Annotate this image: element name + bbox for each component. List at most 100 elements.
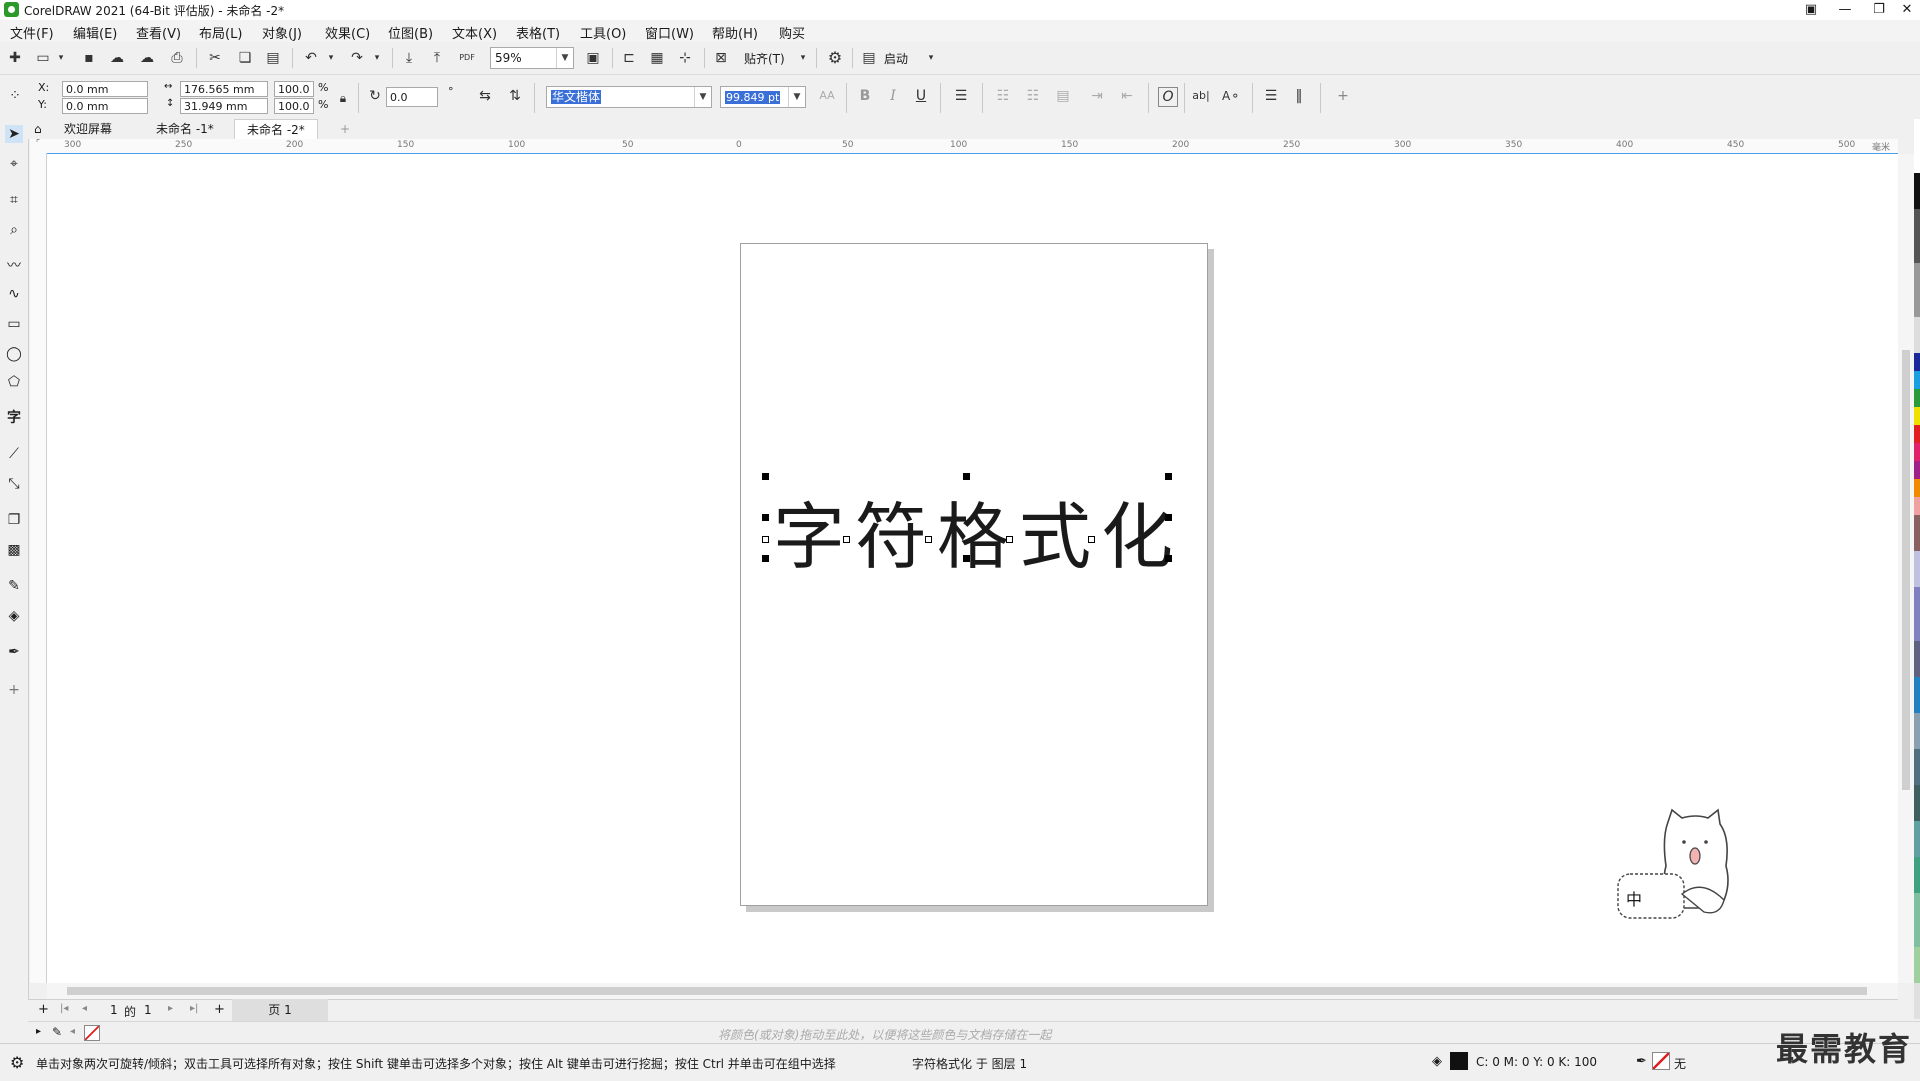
redo-dropdown-icon[interactable]: ▾ [368, 49, 386, 67]
character-node[interactable] [843, 536, 850, 543]
save-icon[interactable]: ▪ [80, 49, 98, 67]
horizontal-ruler[interactable]: 300 250 200 150 100 50 0 50 100 150 200 … [46, 139, 1898, 154]
selection-handle-bottom-left[interactable] [762, 555, 769, 562]
palette-swatches[interactable] [1914, 119, 1920, 1019]
publish-pdf-icon[interactable]: PDF [458, 49, 476, 67]
menu-window[interactable]: 窗口(W) [645, 23, 694, 42]
open-folder-icon[interactable]: ▭ [34, 49, 52, 67]
status-settings-gear-icon[interactable]: ⚙ [10, 1053, 24, 1072]
show-grid-icon[interactable]: ▦ [648, 49, 666, 67]
cloud-upload-icon[interactable]: ☁ [138, 49, 156, 67]
character-format-icon[interactable]: A⚬ [1222, 87, 1240, 105]
show-rulers-icon[interactable]: ⊏ [620, 49, 638, 67]
connector-tool-icon[interactable]: ⤡ [5, 475, 23, 493]
tab-untitled-1[interactable]: 未命名 -1* [144, 119, 226, 139]
selection-handle-bottom-center[interactable] [963, 555, 970, 562]
artistic-media-tool-icon[interactable]: ∿ [5, 285, 23, 303]
minimize-button[interactable]: — [1828, 0, 1862, 20]
width-field[interactable]: 176.565 mm [180, 81, 268, 97]
new-tab-icon[interactable]: + [328, 119, 362, 139]
parallel-dimension-tool-icon[interactable]: ⟋ [5, 445, 23, 463]
y-position-field[interactable]: 0.0 mm [62, 98, 148, 114]
menu-bitmaps[interactable]: 位图(B) [388, 23, 433, 42]
eyedropper-icon[interactable]: ✎ [52, 1025, 62, 1039]
home-icon[interactable]: ⌂ [30, 119, 46, 139]
launch-icon[interactable]: ▤ [860, 49, 878, 67]
pick-tool-icon[interactable]: ➤ [5, 125, 23, 143]
eyedropper-tool-icon[interactable]: ✎ [5, 577, 23, 595]
copy-icon[interactable]: ❏ [236, 49, 254, 67]
underline-icon[interactable]: U [912, 87, 930, 105]
bold-icon[interactable]: B [856, 87, 874, 105]
shape-tool-icon[interactable]: ⌖ [5, 155, 23, 173]
chevron-down-icon[interactable]: ▼ [694, 87, 711, 107]
add-page-after-icon[interactable]: + [214, 1002, 225, 1017]
bullet-list-icon[interactable]: ☷ [994, 87, 1012, 105]
tab-untitled-2[interactable]: 未命名 -2* [234, 119, 318, 140]
menu-layout[interactable]: 布局(L) [199, 23, 242, 42]
font-size-select[interactable]: 99.849 pt ▼ [720, 86, 806, 108]
menu-text[interactable]: 文本(X) [452, 23, 497, 42]
scale-x-field[interactable]: 100.0 [274, 81, 314, 97]
palette-expand-icon[interactable]: ▸ [36, 1026, 41, 1037]
print-icon[interactable]: ⎙ [168, 49, 186, 67]
user-icon[interactable]: ▣ [1794, 0, 1828, 20]
last-page-icon[interactable]: ▸| [190, 1003, 198, 1014]
full-screen-preview-icon[interactable]: ▣ [584, 49, 602, 67]
menu-effects[interactable]: 效果(C) [325, 23, 370, 42]
artistic-text-object[interactable]: 字符格式化 [773, 478, 1183, 583]
crop-tool-icon[interactable]: ⌗ [5, 191, 23, 209]
cloud-download-icon[interactable]: ☁ [108, 49, 126, 67]
rectangle-tool-icon[interactable]: ▭ [5, 315, 23, 333]
mirror-horizontal-icon[interactable]: ⇆ [476, 87, 494, 105]
next-page-icon[interactable]: ▸ [168, 1003, 173, 1014]
opentype-icon[interactable]: O [1158, 87, 1178, 107]
chevron-down-icon[interactable]: ▼ [556, 48, 573, 68]
add-icon[interactable]: + [1334, 87, 1352, 105]
snap-to-label[interactable]: 贴齐(T) [744, 50, 785, 67]
height-field[interactable]: 31.949 mm [180, 98, 268, 114]
mirror-vertical-icon[interactable]: ⇅ [506, 87, 524, 105]
zoom-level-select[interactable]: 59% ▼ [490, 47, 574, 69]
selection-handle-top-left[interactable] [762, 473, 769, 480]
italic-icon[interactable]: I [884, 87, 902, 105]
smart-fill-tool-icon[interactable]: ✒ [5, 643, 23, 661]
text-align-icon[interactable]: ☰ [952, 87, 970, 105]
vertical-scrollbar[interactable] [1898, 154, 1914, 983]
ellipse-tool-icon[interactable]: ◯ [5, 345, 23, 363]
options-gear-icon[interactable]: ⚙ [826, 49, 844, 67]
character-node[interactable] [762, 536, 769, 543]
selection-handle-bottom-right[interactable] [1165, 555, 1172, 562]
cut-icon[interactable]: ✂ [206, 49, 224, 67]
vertical-ruler[interactable] [30, 153, 47, 983]
chevron-down-icon[interactable]: ▼ [788, 87, 805, 107]
selection-handle-top-right[interactable] [1165, 473, 1172, 480]
menu-object[interactable]: 对象(J) [262, 23, 302, 42]
paste-icon[interactable]: ▤ [264, 49, 282, 67]
rotate-icon[interactable]: ↻ [366, 87, 384, 105]
export-icon[interactable]: ⤒ [428, 49, 446, 67]
horizontal-text-icon[interactable]: ☰ [1262, 87, 1280, 105]
horizontal-scroll-thumb[interactable] [67, 987, 1867, 995]
undo-icon[interactable]: ↶ [302, 49, 320, 67]
launch-label[interactable]: 启动 [884, 50, 908, 67]
selection-handle-middle-left[interactable] [762, 514, 769, 521]
transparency-tool-icon[interactable]: ▩ [5, 541, 23, 559]
edit-text-icon[interactable]: ab| [1192, 87, 1210, 105]
fill-color-swatch[interactable] [1450, 1052, 1468, 1070]
font-list-select[interactable]: 华文楷体 ▼ [546, 86, 712, 108]
show-guidelines-icon[interactable]: ⊹ [676, 49, 694, 67]
launch-dropdown-icon[interactable]: ▾ [922, 49, 940, 67]
interactive-fill-tool-icon[interactable]: ◈ [5, 607, 23, 625]
increase-indent-icon[interactable]: ⇥ [1088, 87, 1106, 105]
redo-icon[interactable]: ↷ [348, 49, 366, 67]
vertical-text-icon[interactable]: ‖ [1290, 87, 1308, 105]
reference-point-icon[interactable]: ⁘ [6, 87, 24, 105]
ruler-origin-icon[interactable]: ⌜ [30, 139, 46, 153]
decrease-indent-icon[interactable]: ⇤ [1118, 87, 1136, 105]
snap-dropdown-icon[interactable]: ▾ [794, 49, 812, 67]
first-page-icon[interactable]: |◂ [60, 1003, 68, 1014]
drop-cap-icon[interactable]: ▤ [1054, 87, 1072, 105]
current-page-number[interactable]: 1 [110, 1003, 118, 1017]
lock-ratio-icon[interactable]: 🔒︎ [334, 89, 352, 107]
